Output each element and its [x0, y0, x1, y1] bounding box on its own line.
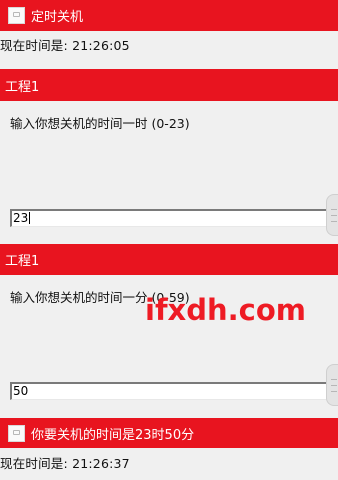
- hour-input-value: 23: [13, 211, 29, 225]
- minute-input-value: 50: [13, 384, 29, 398]
- minute-input[interactable]: 50: [10, 382, 328, 400]
- window-title: 定时关机: [31, 10, 84, 25]
- hour-dialog-title-bar: 工程1: [0, 69, 338, 101]
- hour-prompt-label: 输入你想关机的时间一时 (0-23): [10, 116, 190, 131]
- hour-input[interactable]: 23: [10, 209, 328, 227]
- text-caret: [29, 212, 31, 224]
- current-time-top: 现在时间是: 21:26:05: [0, 38, 130, 53]
- watermark-text: ifxdh.com: [145, 293, 307, 327]
- hour-dialog-body: 输入你想关机的时间一时 (0-23) 23: [0, 101, 338, 241]
- result-message-bar: 你要关机的时间是23时50分: [0, 418, 338, 448]
- hour-dialog-side-handle[interactable]: [326, 194, 338, 236]
- main-title-bar: 定时关机: [0, 0, 338, 31]
- message-icon: [8, 424, 25, 442]
- current-time-bottom: 现在时间是: 21:26:37: [0, 456, 130, 471]
- result-message: 你要关机的时间是23时50分: [31, 427, 195, 443]
- minute-dialog-title-bar: 工程1: [0, 244, 338, 275]
- hour-dialog-title: 工程1: [5, 79, 40, 95]
- minute-dialog-side-handle[interactable]: [326, 364, 338, 406]
- minute-dialog-title: 工程1: [5, 254, 40, 269]
- app-icon: [8, 7, 25, 24]
